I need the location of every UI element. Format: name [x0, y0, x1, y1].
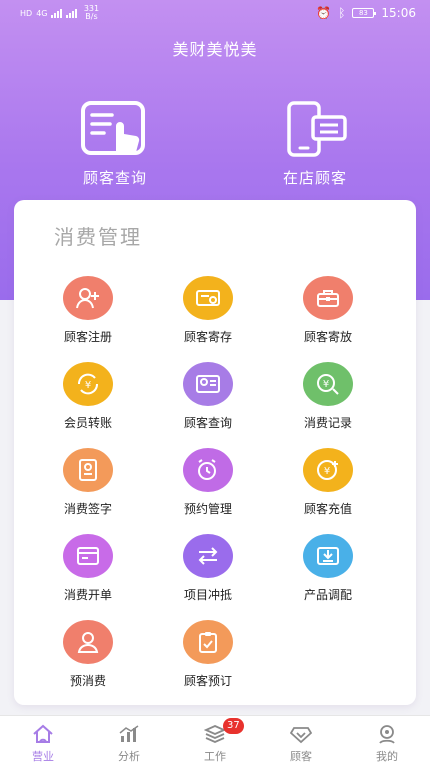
- consumption-sign-label: 消费签字: [63, 502, 112, 516]
- customer-query-icon: [183, 362, 233, 406]
- consumption-sign-icon: [63, 448, 113, 492]
- customer-booking-button[interactable]: 顾客预订: [153, 620, 263, 689]
- customer-register-button[interactable]: 顾客注册: [33, 276, 143, 345]
- customer-storage-label: 顾客寄放: [303, 330, 352, 344]
- pre-consume-label: 预消费: [69, 674, 106, 688]
- alarm-icon: ⏰: [316, 6, 332, 20]
- battery-icon: 83: [352, 8, 377, 18]
- in-store-customer-icon: [287, 101, 347, 157]
- svg-text:¥: ¥: [323, 379, 329, 390]
- customer-search-button[interactable]: 顾客查询: [50, 100, 180, 188]
- create-order-label: 消费开单: [63, 588, 112, 602]
- project-offset-icon: [183, 534, 233, 578]
- create-order-icon: [63, 534, 113, 578]
- project-offset-label: 项目冲抵: [183, 588, 232, 602]
- customer-storage-icon: [303, 276, 353, 320]
- customer-query-button[interactable]: 顾客查询: [153, 362, 263, 431]
- section-title: 消费管理: [54, 225, 142, 249]
- customer-deposit-button[interactable]: 顾客寄存: [153, 276, 263, 345]
- customer-icon: [290, 727, 312, 744]
- signal-icon: [51, 8, 63, 18]
- tab-mine-label: 我的: [376, 750, 398, 763]
- member-transfer-button[interactable]: ¥ 会员转账: [33, 362, 143, 431]
- customer-deposit-icon: [183, 276, 233, 320]
- clock: 15:06: [381, 6, 416, 20]
- bottom-tab-bar: 营业 分析 37 工作 顾客 我的: [0, 715, 430, 765]
- home-icon: [33, 724, 53, 743]
- tab-analysis[interactable]: 分析: [86, 716, 172, 765]
- svg-text:¥: ¥: [85, 380, 91, 391]
- status-bar: HD 4G 331 B/s ⏰ ᛒ 83 15:06: [0, 0, 430, 26]
- consumption-management-card: 消费管理 顾客注册 顾客寄存 顾客寄放 ¥ 会员转账 顾客查询 ¥ 消费记录 消…: [14, 200, 416, 705]
- consumption-record-label: 消费记录: [303, 416, 352, 430]
- tab-work-label: 工作: [204, 750, 226, 763]
- tab-business[interactable]: 营业: [0, 716, 86, 765]
- customer-deposit-label: 顾客寄存: [183, 330, 232, 344]
- analysis-icon: [119, 725, 139, 742]
- project-offset-button[interactable]: 项目冲抵: [153, 534, 263, 603]
- customer-search-icon: [81, 101, 145, 155]
- customer-register-label: 顾客注册: [63, 330, 112, 344]
- tab-customer[interactable]: 顾客: [258, 716, 344, 765]
- customer-storage-button[interactable]: 顾客寄放: [273, 276, 383, 345]
- in-store-customer-label: 在店顾客: [282, 169, 347, 187]
- pre-consume-icon: [63, 620, 113, 664]
- product-allocate-icon: [303, 534, 353, 578]
- consumption-record-icon: ¥: [303, 362, 353, 406]
- customer-booking-icon: [183, 620, 233, 664]
- customer-recharge-icon: ¥: [303, 448, 353, 492]
- tab-business-label: 营业: [32, 750, 54, 763]
- customer-query-label: 顾客查询: [183, 416, 232, 430]
- tab-analysis-label: 分析: [118, 750, 140, 763]
- appointment-button[interactable]: 预约管理: [153, 448, 263, 517]
- speed-label: 331 B/s: [83, 4, 100, 21]
- member-transfer-icon: ¥: [63, 362, 113, 406]
- member-transfer-label: 会员转账: [63, 416, 112, 430]
- svg-text:¥: ¥: [324, 466, 330, 477]
- consumption-record-button[interactable]: ¥ 消费记录: [273, 362, 383, 431]
- signal-icon-2: [66, 8, 78, 18]
- product-allocate-label: 产品调配: [303, 588, 352, 602]
- tab-customer-label: 顾客: [290, 750, 312, 763]
- customer-booking-label: 顾客预订: [183, 674, 232, 688]
- bluetooth-icon: ᛒ: [338, 6, 346, 20]
- in-store-customer-button[interactable]: 在店顾客: [250, 100, 380, 188]
- profile-icon: [379, 725, 395, 744]
- customer-register-icon: [63, 276, 113, 320]
- tab-mine[interactable]: 我的: [344, 716, 430, 765]
- customer-search-label: 顾客查询: [82, 169, 147, 187]
- create-order-button[interactable]: 消费开单: [33, 534, 143, 603]
- consumption-sign-button[interactable]: 消费签字: [33, 448, 143, 517]
- work-badge: 37: [223, 718, 244, 734]
- customer-recharge-label: 顾客充值: [303, 502, 352, 516]
- appointment-label: 预约管理: [183, 502, 232, 516]
- appointment-icon: [183, 448, 233, 492]
- network-label: 4G: [36, 8, 48, 18]
- sim-label: HD: [20, 8, 33, 18]
- tab-work[interactable]: 37 工作: [172, 716, 258, 765]
- product-allocate-button[interactable]: 产品调配: [273, 534, 383, 603]
- app-title: 美财美悦美: [172, 40, 258, 59]
- pre-consume-button[interactable]: 预消费: [33, 620, 143, 689]
- battery-level: 83: [358, 9, 368, 17]
- customer-recharge-button[interactable]: ¥ 顾客充值: [273, 448, 383, 517]
